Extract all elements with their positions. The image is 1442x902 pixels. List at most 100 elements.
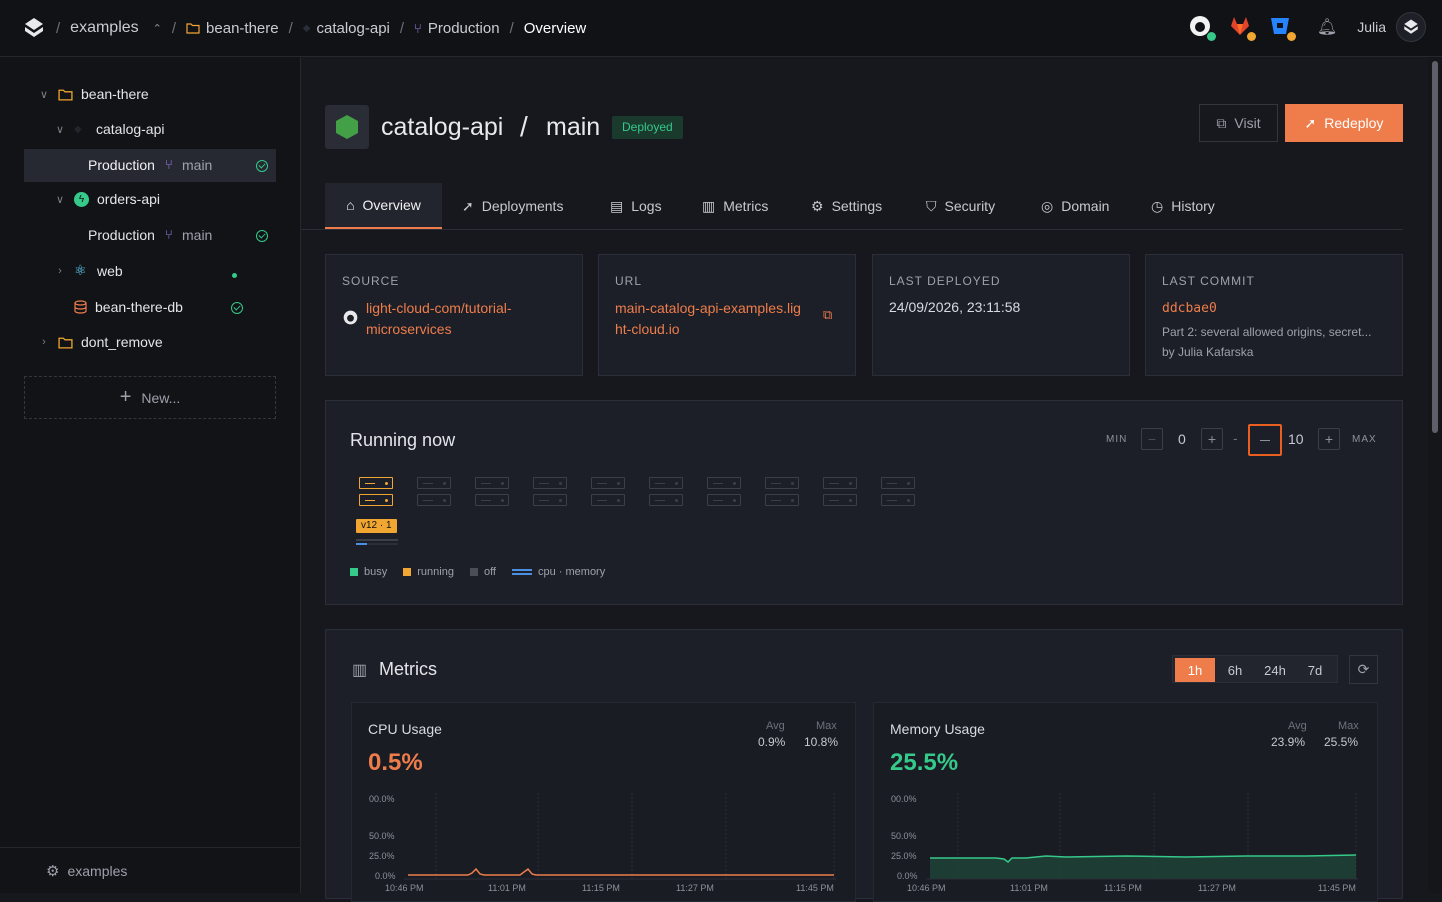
tree-item-bean-there[interactable]: ∨ bean-there <box>38 86 149 102</box>
tab-metrics[interactable]: ▥ Metrics <box>702 183 768 229</box>
max-increment-button[interactable]: + <box>1318 428 1340 450</box>
source-link[interactable]: light-cloud-com/tutorial- microservices <box>366 298 512 340</box>
tree-item-orders-api[interactable]: ∨ ϟ orders-api <box>54 191 160 207</box>
instance-off[interactable] <box>881 477 915 509</box>
folder-icon <box>186 23 200 34</box>
redeploy-button-label: Redeploy <box>1324 115 1384 131</box>
scrollbar-thumb[interactable] <box>1432 61 1438 433</box>
breadcrumb-separator: / <box>56 19 61 37</box>
breadcrumb-project[interactable]: bean-there <box>186 20 279 37</box>
refresh-button[interactable]: ⟳ <box>1349 655 1378 684</box>
instance-off[interactable] <box>765 477 799 509</box>
service-avatar <box>325 105 369 149</box>
range-6h[interactable]: 6h <box>1215 658 1255 682</box>
home-icon: ⌂ <box>346 197 355 213</box>
url-link-line2: ht-cloud.io <box>615 321 680 337</box>
scrollbar[interactable] <box>1428 57 1442 893</box>
memory-avg-label: Avg <box>1288 720 1307 732</box>
branch-icon: ⑂ <box>165 157 173 172</box>
cpu-chart-title: CPU Usage <box>368 721 442 737</box>
tree-item-bean-there-db[interactable]: bean-there-db <box>54 299 183 315</box>
cpu-y-tick: 0.0% <box>375 871 396 881</box>
breadcrumb-separator: / <box>399 19 405 37</box>
gitlab-icon[interactable] <box>1229 15 1256 41</box>
breadcrumb-separator: / <box>509 19 514 37</box>
tree-item-label: bean-there <box>81 86 149 102</box>
tree-item-catalog-api[interactable]: ∨ ◆ catalog-api <box>54 121 165 137</box>
tab-label: Domain <box>1061 198 1110 214</box>
tab-security[interactable]: ⛉ Security <box>926 183 995 229</box>
tree-item-catalog-production[interactable]: Production ⑂ main <box>24 149 276 182</box>
node-hexagon-icon <box>336 115 358 139</box>
min-decrement-button[interactable]: − <box>1141 428 1163 450</box>
tree-item-label: web <box>97 262 123 279</box>
tab-domain[interactable]: ◎ Domain <box>1041 183 1109 229</box>
breadcrumb-org[interactable]: examples ⌃ <box>70 19 162 37</box>
new-button-label: New... <box>141 389 181 406</box>
memory-chart-title: Memory Usage <box>890 721 985 737</box>
legend: busy running off cpu · memory <box>350 566 605 578</box>
range-1h[interactable]: 1h <box>1175 658 1215 682</box>
breadcrumb-service[interactable]: ◆ catalog-api <box>303 20 390 37</box>
commit-hash[interactable]: ddcbae0 <box>1162 301 1217 316</box>
user-name[interactable]: Julia <box>1357 19 1386 35</box>
github-icon <box>343 310 358 325</box>
running-now-title: Running now <box>350 430 456 450</box>
plus-icon: + <box>119 386 132 408</box>
cpu-x-tick: 11:01 PM <box>488 883 526 893</box>
visit-button[interactable]: ⧉ Visit <box>1199 104 1278 142</box>
tree-item-dont-remove[interactable]: › dont_remove <box>38 334 163 350</box>
avatar[interactable] <box>1396 12 1426 42</box>
top-bar: / examples ⌃ / bean-there / ◆ catalog-ap… <box>0 0 1442 57</box>
bitbucket-icon[interactable] <box>1269 15 1296 41</box>
tab-settings[interactable]: ⚙ Settings <box>811 183 882 229</box>
tab-deployments[interactable]: ➚ Deployments <box>462 183 563 229</box>
tab-logs[interactable]: ▤ Logs <box>610 183 662 229</box>
chevron-right-icon: › <box>58 264 62 277</box>
legend-busy: busy <box>364 566 388 578</box>
minus-icon <box>1260 439 1270 441</box>
max-label: MAX <box>1352 434 1377 445</box>
tab-history[interactable]: ◷ History <box>1151 183 1215 229</box>
instance-off[interactable] <box>591 477 625 509</box>
cpu-x-tick: 11:15 PM <box>582 883 620 893</box>
breadcrumb-environment[interactable]: ⑂ Production <box>414 20 500 37</box>
tab-label: Security <box>944 198 996 214</box>
memory-max-label: Max <box>1338 720 1359 732</box>
url-card: URL main-catalog-api-examples.lig ht-clo… <box>598 254 856 376</box>
github-icon[interactable] <box>1189 15 1216 41</box>
range-24h[interactable]: 24h <box>1255 658 1295 682</box>
instance-off[interactable] <box>533 477 567 509</box>
instance-version-tag: v12 · 1 <box>356 519 397 533</box>
cpu-max-value: 10.8% <box>804 735 839 749</box>
instance-off[interactable] <box>417 477 451 509</box>
status-dot <box>232 273 237 278</box>
redeploy-button[interactable]: ➚ Redeploy <box>1285 104 1403 142</box>
url-link-line1: main-catalog-api-examples.lig <box>615 300 801 316</box>
instance-off[interactable] <box>707 477 741 509</box>
instance-off[interactable] <box>475 477 509 509</box>
min-increment-button[interactable]: + <box>1201 428 1223 450</box>
bell-icon[interactable]: 🔔︎ <box>1317 17 1337 37</box>
range-7d[interactable]: 7d <box>1295 658 1335 682</box>
cpu-avg-value: 0.9% <box>758 735 786 749</box>
max-decrement-button[interactable] <box>1248 424 1282 456</box>
app-logo-icon[interactable] <box>22 16 46 40</box>
instance-off[interactable] <box>649 477 683 509</box>
memory-y-tick: 0.0% <box>897 871 918 881</box>
folder-icon <box>58 337 73 348</box>
sidebar-footer[interactable]: ⚙ examples <box>0 847 300 893</box>
database-icon <box>74 300 87 314</box>
memory-x-tick: 10:46 PM <box>907 883 946 893</box>
tab-overview[interactable]: ⌂ Overview <box>325 183 442 229</box>
memory-current-value: 25.5% <box>890 749 959 776</box>
url-link[interactable]: main-catalog-api-examples.lig ht-cloud.i… <box>615 298 801 340</box>
tree-item-orders-production[interactable]: Production ⑂ main <box>24 219 276 252</box>
cpu-line-chart <box>404 793 836 880</box>
tree-item-web[interactable]: › ⚛ web <box>54 262 123 279</box>
external-link-icon[interactable]: ⧉ <box>823 307 832 323</box>
new-button[interactable]: + New... <box>24 376 276 419</box>
cpu-x-tick: 11:27 PM <box>676 883 714 893</box>
instance-off[interactable] <box>823 477 857 509</box>
instance-running[interactable] <box>359 477 393 509</box>
